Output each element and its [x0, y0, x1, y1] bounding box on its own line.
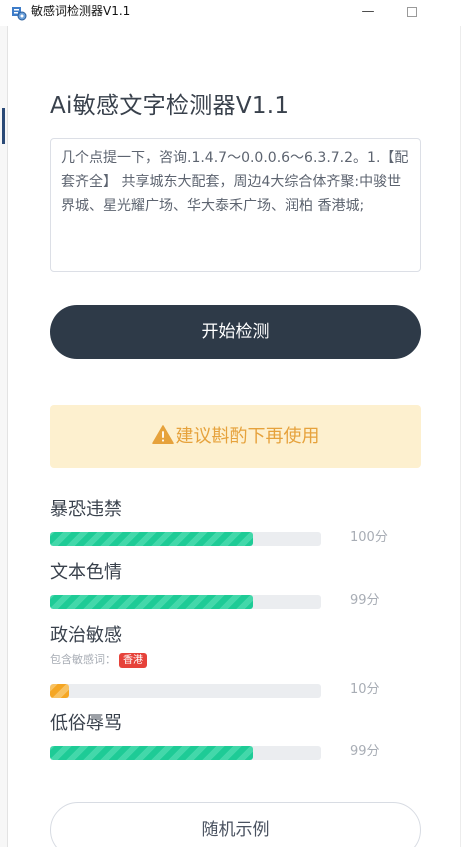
score-value: 10分: [350, 682, 380, 697]
text-input[interactable]: 几个点提一下，咨询.1.4.7～0.0.0.6～6.3.7.2。1.【配套齐全】…: [50, 138, 421, 272]
sensitive-word-tag: 香港: [119, 652, 147, 668]
start-detect-button[interactable]: 开始检测: [50, 305, 421, 359]
warning-text: 建议斟酌下再使用: [175, 426, 320, 447]
category-label: 文本色情: [50, 562, 122, 583]
sensitive-word-hint: 包含敏感词： 香港: [50, 651, 147, 668]
minimize-icon: —: [361, 4, 375, 19]
score-bar-fill: [50, 595, 254, 609]
category-label: 暴恐违禁: [50, 499, 122, 520]
score-value: 99分: [350, 744, 380, 759]
edge-marker: [2, 108, 5, 144]
score-bar-fill: [50, 532, 254, 546]
app-gear-icon: [12, 7, 27, 21]
warning-triangle-icon: [151, 425, 174, 444]
random-example-button[interactable]: 随机示例: [50, 802, 421, 847]
score-bar: [50, 595, 321, 609]
title-bar: 敏感词检测器V1.1 —: [0, 0, 473, 26]
app-window: 敏感词检测器V1.1 — Ai敏感文字检测器V1.1 几个点提一下，咨询.1.4…: [0, 0, 473, 847]
score-bar: [50, 532, 321, 546]
category-label: 低俗辱骂: [50, 713, 122, 734]
score-bar: [50, 684, 321, 698]
background-window-edge: [0, 26, 8, 847]
page-title: Ai敏感文字检测器V1.1: [50, 93, 290, 119]
maximize-icon: [407, 7, 417, 17]
warning-alert: 建议斟酌下再使用: [50, 405, 421, 468]
category-label: 政治敏感: [50, 625, 122, 646]
score-bar-fill: [50, 746, 254, 760]
hint-label: 包含敏感词：: [50, 653, 116, 666]
maximize-button[interactable]: [398, 2, 426, 24]
scroll-gutter[interactable]: [460, 26, 473, 847]
score-bar: [50, 746, 321, 760]
score-bar-fill: [50, 684, 69, 698]
minimize-button[interactable]: —: [354, 2, 382, 24]
window-title: 敏感词检测器V1.1: [31, 4, 131, 18]
score-value: 100分: [350, 530, 388, 545]
score-value: 99分: [350, 593, 380, 608]
